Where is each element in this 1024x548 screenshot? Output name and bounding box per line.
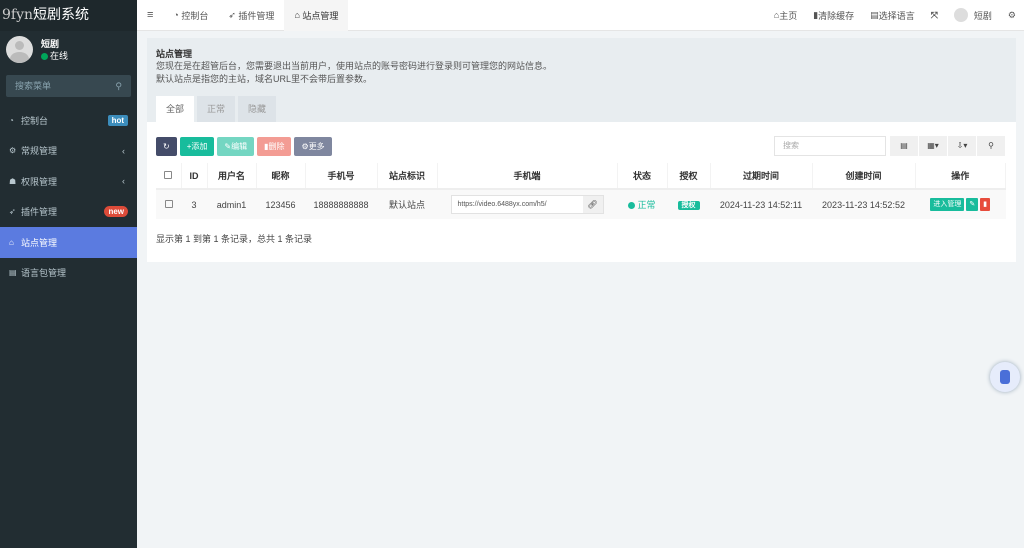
logo[interactable]: 9fyn短剧系统 <box>0 0 137 31</box>
rocket-icon: ➶ <box>228 10 238 21</box>
columns-button[interactable]: ▦▾ <box>919 136 947 156</box>
bank-icon: ⌂ <box>9 238 21 247</box>
top-navbar: ≡ ◔ 控制台 ➶ 插件管理 ⌂ 站点管理 ⌂主页 ▮清除缓存 ▤选择语言 ⤧ … <box>137 0 1024 31</box>
col-header[interactable]: 创建时间 <box>812 163 915 189</box>
chevron-left-icon: ‹ <box>122 176 125 186</box>
tab-normal[interactable]: 正常 <box>197 96 235 122</box>
language-icon: ▤ <box>9 268 21 277</box>
user-panel: 短剧在线 <box>6 36 68 63</box>
enter-manage-button[interactable]: 进入管理 <box>930 198 964 211</box>
sidebar-item-general[interactable]: ⚙常规管理‹ <box>0 136 137 167</box>
cell-expire: 2024-11-23 14:52:11 <box>710 189 812 219</box>
advanced-search-button[interactable]: ⚲ <box>977 136 1005 156</box>
edit-row-button[interactable]: ✎ <box>966 198 978 211</box>
pagination-info: 显示第 1 到第 1 条记录，总共 1 条记录 <box>156 232 312 245</box>
delete-button[interactable]: ▮删除 <box>257 137 291 156</box>
tab-sites[interactable]: ⌂ 站点管理 <box>284 0 348 31</box>
status-text: 正常 <box>637 200 655 210</box>
avatar <box>6 36 33 63</box>
sidebar-item-language[interactable]: ▤语言包管理 <box>0 258 137 289</box>
select-all-checkbox[interactable] <box>164 171 172 179</box>
chevron-left-icon: ‹ <box>122 146 125 156</box>
col-header[interactable]: 手机端 <box>437 163 617 189</box>
user-status: 在线 <box>50 51 68 61</box>
online-status-icon <box>41 53 48 60</box>
sidebar-item-sites[interactable]: ⌂站点管理 <box>0 227 137 258</box>
new-badge: new <box>104 206 128 217</box>
fullscreen-icon[interactable]: ⤧ <box>923 0 946 31</box>
cell-username: admin1 <box>207 189 256 219</box>
tab-all[interactable]: 全部 <box>156 96 194 122</box>
auth-badge: 授权 <box>678 201 700 210</box>
home-link[interactable]: ⌂主页 <box>766 0 805 31</box>
delete-row-button[interactable]: ▮ <box>980 198 990 211</box>
mobile-url-field[interactable]: https://video.6488yx.com/h5/🔗︎ <box>451 195 604 214</box>
sidebar-menu: ◔控制台hot ⚙常规管理‹ ☗权限管理‹ ➶插件管理new ⌂站点管理 ▤语言… <box>0 105 137 288</box>
col-header: 操作 <box>915 163 1006 189</box>
link-icon[interactable]: 🔗︎ <box>583 196 603 213</box>
tab-hidden[interactable]: 隐藏 <box>238 96 276 122</box>
more-button[interactable]: ⚙更多 <box>294 137 331 156</box>
table-search-input[interactable]: 搜索 <box>774 136 886 156</box>
sidebar-item-plugins[interactable]: ➶插件管理new <box>0 197 137 228</box>
sidebar-item-dashboard[interactable]: ◔控制台hot <box>0 105 137 136</box>
rocket-icon: ➶ <box>9 207 21 216</box>
app-icon <box>1000 370 1010 384</box>
col-header[interactable]: 状态 <box>617 163 667 189</box>
hot-badge: hot <box>108 115 128 126</box>
language-select[interactable]: ▤选择语言 <box>862 0 923 31</box>
page-title: 站点管理 <box>156 48 1007 60</box>
status-dot-icon <box>628 202 635 209</box>
cell-created: 2023-11-23 14:52:52 <box>812 189 915 219</box>
menu-toggle-icon[interactable]: ≡ <box>137 0 163 31</box>
sidebar: 9fyn短剧系统 短剧在线 搜索菜单⚲ ◔控制台hot ⚙常规管理‹ ☗权限管理… <box>0 0 137 548</box>
description: 您现在是在超管后台，您需要退出当前用户，使用站点的账号密码进行登录则可管理您的网… <box>156 60 1007 73</box>
refresh-icon: ↻ <box>163 142 170 151</box>
col-header[interactable]: 用户名 <box>207 163 256 189</box>
bank-icon: ⌂ <box>294 10 302 20</box>
tab-plugins[interactable]: ➶ 插件管理 <box>218 0 284 31</box>
refresh-button[interactable]: ↻ <box>156 137 177 156</box>
clear-cache-button[interactable]: ▮清除缓存 <box>805 0 862 31</box>
dashboard-icon: ◔ <box>173 10 181 20</box>
col-header[interactable]: 站点标识 <box>377 163 437 189</box>
cell-id: 3 <box>181 189 207 219</box>
add-button[interactable]: +添加 <box>180 137 215 156</box>
language-icon: ▤ <box>870 10 879 21</box>
sites-table: ID 用户名 昵称 手机号 站点标识 手机端 状态 授权 过期时间 创建时间 操… <box>156 163 1006 219</box>
cogs-icon: ⚙ <box>9 146 21 155</box>
sidebar-item-auth[interactable]: ☗权限管理‹ <box>0 166 137 197</box>
cell-nickname: 123456 <box>256 189 305 219</box>
row-checkbox[interactable] <box>165 200 173 208</box>
avatar <box>954 8 968 22</box>
col-header[interactable]: 过期时间 <box>710 163 812 189</box>
col-header[interactable]: ID <box>181 163 207 189</box>
floating-action-button[interactable] <box>990 362 1020 392</box>
menu-search-input[interactable]: 搜索菜单⚲ <box>6 75 131 97</box>
user-name: 短剧 <box>41 38 68 50</box>
cell-site: 默认站点 <box>377 189 437 219</box>
tab-dashboard[interactable]: ◔ 控制台 <box>163 0 218 31</box>
settings-icon[interactable]: ⚙ <box>1000 0 1024 31</box>
group-icon: ☗ <box>9 177 21 186</box>
edit-button[interactable]: ✎编辑 <box>217 137 254 156</box>
user-menu[interactable]: 短剧 <box>946 0 1000 31</box>
cell-phone: 18888888888 <box>305 189 377 219</box>
col-header[interactable]: 手机号 <box>305 163 377 189</box>
toggle-view-button[interactable]: ▤ <box>890 136 918 156</box>
site-management-panel: 站点管理 您现在是在超管后台，您需要退出当前用户，使用站点的账号密码进行登录则可… <box>147 38 1016 262</box>
col-header[interactable]: 昵称 <box>256 163 305 189</box>
col-header[interactable]: 授权 <box>667 163 710 189</box>
gear-icon: ⚙ <box>301 142 308 151</box>
table-row: 3 admin1 123456 18888888888 默认站点 https:/… <box>156 189 1006 219</box>
export-button[interactable]: ⇩▾ <box>948 136 976 156</box>
dashboard-icon: ◔ <box>9 116 21 125</box>
description: 默认站点是指您的主站，域名URL里不会带后置参数。 <box>156 73 1007 86</box>
search-icon: ⚲ <box>115 75 122 97</box>
